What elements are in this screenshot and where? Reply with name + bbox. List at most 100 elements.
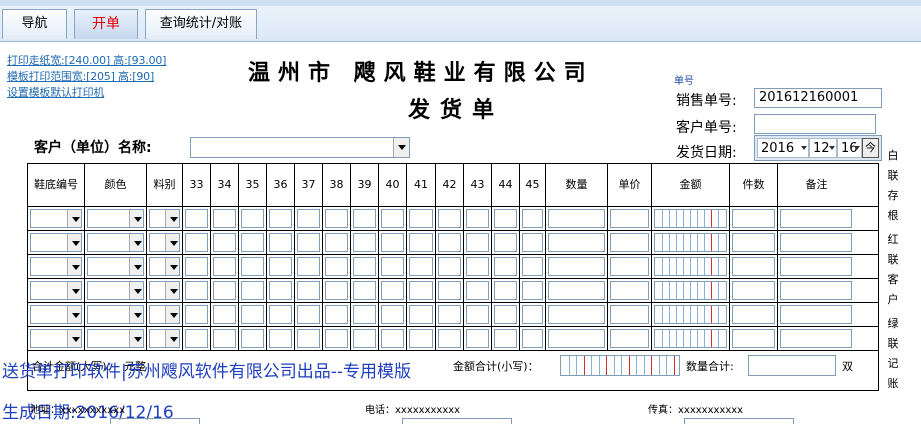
size-qty-field[interactable] (494, 209, 517, 228)
material-select[interactable] (149, 257, 180, 276)
chevron-down-icon[interactable] (129, 234, 143, 251)
chevron-down-icon[interactable] (67, 258, 81, 275)
size-qty-field[interactable] (494, 329, 517, 348)
remark-field[interactable] (780, 257, 852, 276)
remark-field[interactable] (780, 305, 852, 324)
size-qty-field[interactable] (185, 329, 208, 348)
footer-fax-field[interactable] (684, 418, 794, 424)
chevron-down-icon[interactable] (67, 234, 81, 251)
size-qty-field[interactable] (353, 209, 376, 228)
remark-field[interactable] (780, 233, 852, 252)
footer-address-field[interactable] (110, 418, 200, 424)
size-qty-field[interactable] (325, 281, 348, 300)
size-qty-field[interactable] (381, 233, 404, 252)
remark-field[interactable] (780, 209, 852, 228)
material-select[interactable] (149, 281, 180, 300)
size-qty-field[interactable] (269, 209, 292, 228)
size-qty-field[interactable] (185, 305, 208, 324)
customer-name-select[interactable] (190, 137, 410, 158)
material-select[interactable] (149, 305, 180, 324)
size-qty-field[interactable] (241, 233, 264, 252)
sole-number-select[interactable] (30, 257, 82, 276)
size-qty-field[interactable] (381, 209, 404, 228)
remark-field[interactable] (780, 281, 852, 300)
size-qty-field[interactable] (213, 209, 236, 228)
size-qty-field[interactable] (438, 257, 461, 276)
size-qty-field[interactable] (297, 209, 320, 228)
size-qty-field[interactable] (466, 305, 489, 324)
size-qty-field[interactable] (213, 257, 236, 276)
size-qty-field[interactable] (213, 233, 236, 252)
date-month[interactable]: 12 (809, 138, 837, 158)
chevron-down-icon[interactable] (165, 330, 179, 347)
size-qty-field[interactable] (409, 257, 433, 276)
size-qty-field[interactable] (269, 305, 292, 324)
size-qty-field[interactable] (438, 233, 461, 252)
size-qty-field[interactable] (353, 233, 376, 252)
size-qty-field[interactable] (466, 329, 489, 348)
size-qty-field[interactable] (353, 329, 376, 348)
pieces-field[interactable] (732, 329, 775, 348)
print-paper-size-link[interactable]: 打印走纸宽:[240.00] 高:[93.00] (7, 52, 166, 68)
material-select[interactable] (149, 233, 180, 252)
material-select[interactable] (149, 329, 180, 348)
sole-number-select[interactable] (30, 281, 82, 300)
amount-field[interactable] (654, 209, 727, 228)
size-qty-field[interactable] (522, 233, 543, 252)
quantity-field[interactable] (548, 281, 605, 300)
size-qty-field[interactable] (466, 281, 489, 300)
size-qty-field[interactable] (409, 209, 433, 228)
tab-navigation[interactable]: 导航 (2, 9, 67, 39)
color-select[interactable] (87, 257, 144, 276)
size-qty-field[interactable] (494, 281, 517, 300)
chevron-down-icon[interactable] (129, 330, 143, 347)
size-qty-field[interactable] (325, 209, 348, 228)
amount-field[interactable] (654, 329, 727, 348)
footer-phone-field[interactable] (402, 418, 512, 424)
sole-number-select[interactable] (30, 329, 82, 348)
template-print-range-link[interactable]: 模板打印范围宽:[205] 高:[90] (7, 68, 154, 84)
size-qty-field[interactable] (466, 233, 489, 252)
size-qty-field[interactable] (325, 329, 348, 348)
size-qty-field[interactable] (494, 305, 517, 324)
pieces-field[interactable] (732, 233, 775, 252)
size-qty-field[interactable] (381, 329, 404, 348)
size-qty-field[interactable] (466, 257, 489, 276)
chevron-down-icon[interactable] (67, 282, 81, 299)
size-qty-field[interactable] (297, 329, 320, 348)
material-select[interactable] (149, 209, 180, 228)
chevron-down-icon[interactable] (165, 306, 179, 323)
tab-query-statistics[interactable]: 查询统计/对账 (145, 9, 257, 39)
amount-field[interactable] (654, 281, 727, 300)
pieces-field[interactable] (732, 281, 775, 300)
chevron-down-icon[interactable] (393, 138, 409, 157)
size-qty-field[interactable] (297, 233, 320, 252)
date-today-button[interactable]: 今 (862, 138, 879, 158)
size-qty-field[interactable] (269, 329, 292, 348)
chevron-down-icon[interactable] (165, 258, 179, 275)
sole-number-select[interactable] (30, 305, 82, 324)
unit-price-field[interactable] (610, 209, 649, 228)
chevron-down-icon[interactable] (129, 282, 143, 299)
unit-price-field[interactable] (610, 233, 649, 252)
unit-price-field[interactable] (610, 257, 649, 276)
size-qty-field[interactable] (185, 257, 208, 276)
date-day[interactable]: 16 (837, 138, 862, 158)
ship-date-picker[interactable]: 2016 12 16 今 (754, 135, 882, 161)
size-qty-field[interactable] (269, 257, 292, 276)
customer-no-field[interactable] (754, 114, 876, 134)
size-qty-field[interactable] (269, 233, 292, 252)
size-qty-field[interactable] (297, 257, 320, 276)
size-qty-field[interactable] (269, 281, 292, 300)
sales-no-field[interactable]: 201612160001 (754, 88, 882, 108)
size-qty-field[interactable] (409, 281, 433, 300)
size-qty-field[interactable] (381, 257, 404, 276)
size-qty-field[interactable] (494, 233, 517, 252)
chevron-down-icon[interactable] (129, 258, 143, 275)
size-qty-field[interactable] (325, 305, 348, 324)
size-qty-field[interactable] (213, 305, 236, 324)
amount-field[interactable] (654, 233, 727, 252)
size-qty-field[interactable] (522, 329, 543, 348)
size-qty-field[interactable] (381, 305, 404, 324)
pieces-field[interactable] (732, 305, 775, 324)
